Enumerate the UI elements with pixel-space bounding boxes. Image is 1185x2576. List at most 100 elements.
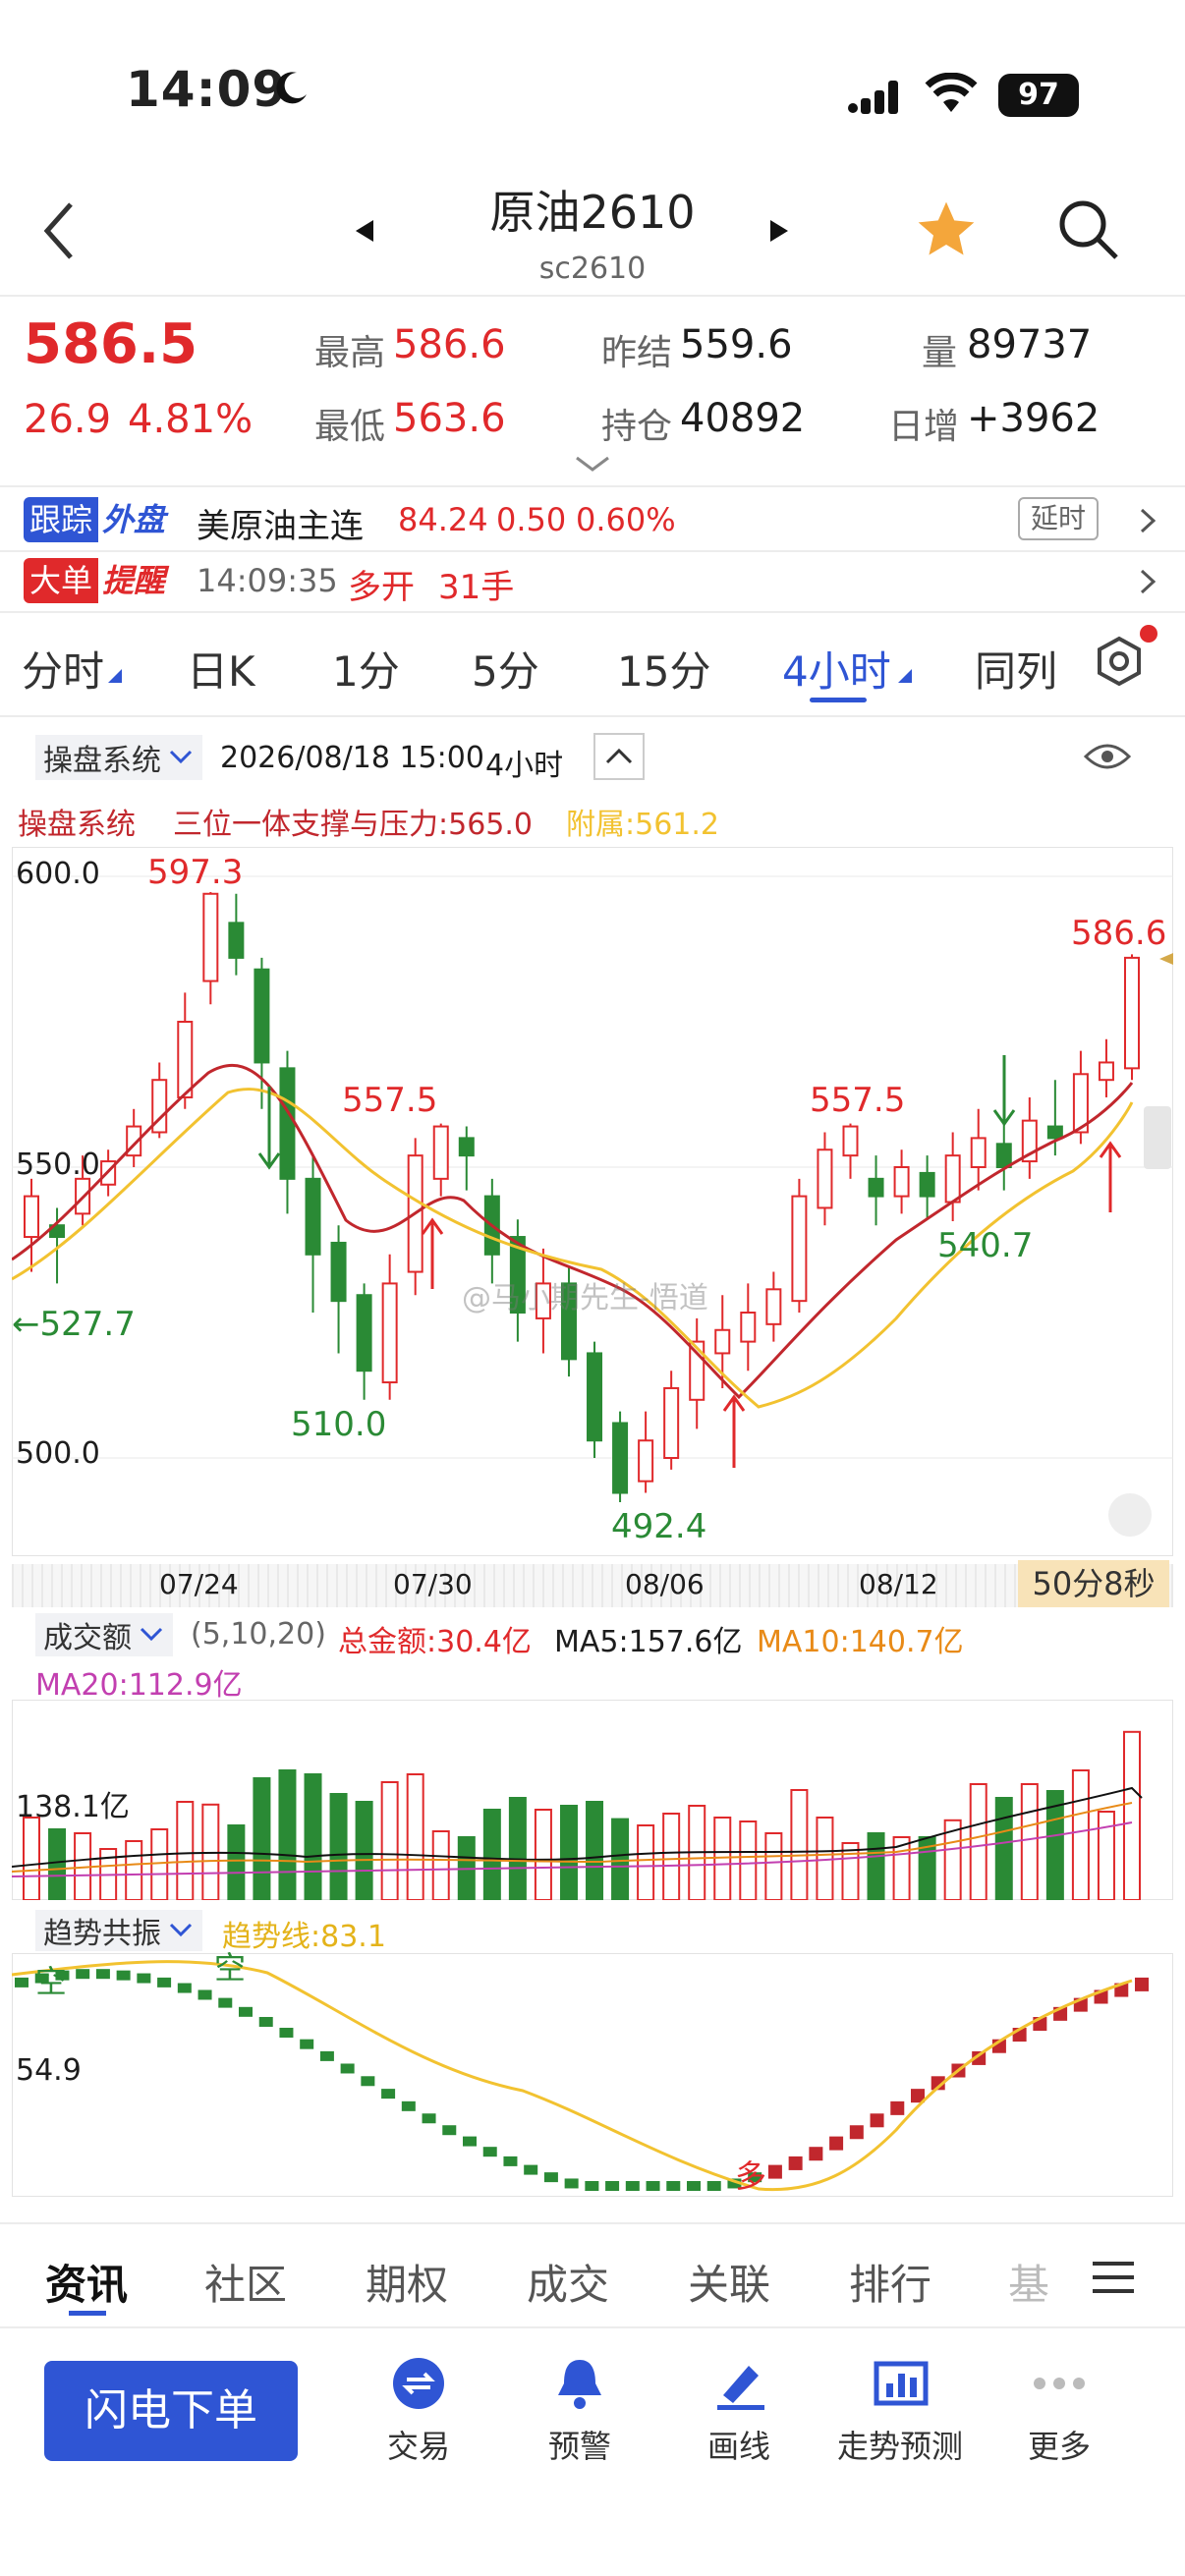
volume-ma20: MA20:112.9亿 bbox=[35, 1668, 243, 1703]
label-peak1: 597.3 bbox=[147, 853, 244, 892]
bigorder-chevron-icon[interactable] bbox=[1138, 567, 1157, 600]
candle bbox=[1046, 1125, 1063, 1140]
volume-label: 量 bbox=[922, 333, 958, 373]
collapse-button[interactable] bbox=[593, 733, 645, 780]
volume-total: 总金额:30.4亿 bbox=[338, 1625, 532, 1659]
bar-countdown: 50分8秒 bbox=[1018, 1560, 1169, 1607]
bottom-trade-label[interactable]: 交易 bbox=[340, 2422, 497, 2467]
tab-compare[interactable]: 同列 bbox=[975, 639, 1057, 699]
high-label: 最高 bbox=[314, 333, 386, 373]
volume-bar bbox=[329, 1793, 348, 1900]
volume-chart[interactable] bbox=[12, 1700, 1173, 1900]
candle bbox=[638, 1439, 654, 1483]
flash-order-button[interactable]: 闪电下单 bbox=[44, 2361, 298, 2461]
candle bbox=[202, 892, 219, 982]
tab-4hour[interactable]: 4小时 bbox=[782, 639, 891, 699]
volume-params: (5,10,20) bbox=[191, 1617, 326, 1652]
bottom-alert-label[interactable]: 预警 bbox=[501, 2422, 658, 2467]
tab-related[interactable]: 关联 bbox=[688, 2252, 770, 2312]
trend-block bbox=[177, 1983, 192, 1993]
tracking-change: 0.50 bbox=[496, 501, 567, 538]
trend-block bbox=[890, 2100, 905, 2115]
tab-15min[interactable]: 15分 bbox=[617, 639, 710, 699]
alert-bell-icon[interactable] bbox=[552, 2354, 607, 2417]
trend-block bbox=[585, 2181, 599, 2191]
price-change: 26.9 bbox=[24, 397, 112, 442]
tab-daily[interactable]: 日K bbox=[187, 639, 255, 699]
bottom-draw-label[interactable]: 画线 bbox=[660, 2422, 818, 2467]
prev-settle-label: 昨结 bbox=[601, 333, 673, 373]
trend-block bbox=[687, 2181, 701, 2191]
volume-bar bbox=[278, 1769, 297, 1900]
bottom-forecast-label[interactable]: 走势预测 bbox=[821, 2422, 979, 2467]
tab-5min[interactable]: 5分 bbox=[472, 639, 539, 699]
date-label: 07/30 bbox=[393, 1568, 473, 1600]
candle bbox=[1124, 956, 1140, 1070]
volume-bar bbox=[739, 1820, 758, 1900]
system-select[interactable]: 操盘系统 bbox=[35, 735, 202, 780]
trend-block bbox=[157, 1977, 172, 1988]
candle bbox=[919, 1171, 935, 1198]
tab-fundamental[interactable]: 基 bbox=[1008, 2252, 1049, 2312]
tab-ranking[interactable]: 排行 bbox=[849, 2252, 931, 2312]
tab-intraday[interactable]: 分时 bbox=[22, 639, 104, 699]
bigorder-time: 14:09:35 bbox=[197, 562, 338, 599]
tab-active-indicator bbox=[810, 698, 867, 702]
volume-value: 89737 bbox=[967, 322, 1093, 367]
eye-icon[interactable] bbox=[1083, 739, 1132, 778]
trend-block bbox=[361, 2076, 375, 2087]
next-contract-button[interactable] bbox=[768, 216, 792, 250]
trend-chart[interactable] bbox=[12, 1953, 1173, 2197]
tab-news[interactable]: 资讯 bbox=[45, 2252, 128, 2312]
trend-select[interactable]: 趋势共振 bbox=[35, 1910, 202, 1951]
trend-block bbox=[767, 2164, 782, 2179]
more-icon[interactable] bbox=[1032, 2376, 1087, 2395]
volume-bar bbox=[559, 1805, 578, 1900]
support-label: 三位一体支撑与压力:565.0 bbox=[173, 808, 533, 842]
tab-news-indicator bbox=[69, 2311, 106, 2316]
tracking-badge: 跟踪 外盘 bbox=[24, 497, 165, 542]
settings-hex-icon[interactable] bbox=[1093, 635, 1146, 692]
tab-1min[interactable]: 1分 bbox=[332, 639, 400, 699]
trend-kong-label: 空 bbox=[214, 1949, 247, 1987]
tracking-pct: 0.60% bbox=[576, 501, 676, 538]
fullscreen-icon[interactable] bbox=[1108, 1493, 1152, 1537]
volume-bar bbox=[534, 1809, 552, 1900]
volume-bar bbox=[253, 1777, 271, 1900]
bottom-more-label[interactable]: 更多 bbox=[981, 2422, 1138, 2467]
candle bbox=[765, 1288, 782, 1325]
battery-indicator: 97 bbox=[998, 74, 1079, 117]
trend-block bbox=[849, 2125, 864, 2140]
menu-icon[interactable] bbox=[1093, 2260, 1134, 2299]
candle bbox=[432, 1125, 449, 1180]
tab-4hour-arrow-icon bbox=[898, 668, 912, 687]
trend-kong-label: 空 bbox=[35, 1963, 68, 2000]
volume-bar bbox=[586, 1801, 604, 1900]
volume-bar bbox=[150, 1828, 169, 1900]
star-icon[interactable] bbox=[912, 196, 981, 267]
candle bbox=[587, 1352, 603, 1442]
trend-block bbox=[625, 2181, 640, 2191]
search-icon[interactable] bbox=[1055, 196, 1122, 267]
tab-trades[interactable]: 成交 bbox=[527, 2252, 609, 2312]
indicator-name: 操盘系统 bbox=[18, 808, 136, 842]
date-label: 08/12 bbox=[859, 1568, 938, 1600]
trend-block bbox=[95, 1969, 110, 1980]
candle bbox=[893, 1166, 910, 1198]
tab-options[interactable]: 期权 bbox=[366, 2252, 448, 2312]
y-label-600: 600.0 bbox=[16, 857, 100, 891]
candlestick-chart[interactable] bbox=[12, 847, 1173, 1556]
expand-chevron-icon[interactable] bbox=[573, 454, 612, 477]
trade-icon[interactable] bbox=[391, 2356, 446, 2415]
volume-select[interactable]: 成交额 bbox=[35, 1613, 173, 1656]
trend-block bbox=[422, 2113, 436, 2124]
draw-line-icon[interactable] bbox=[713, 2356, 768, 2415]
trend-forecast-icon[interactable] bbox=[873, 2356, 931, 2415]
tab-community[interactable]: 社区 bbox=[204, 2252, 287, 2312]
tracking-chevron-icon[interactable] bbox=[1138, 506, 1157, 539]
signal-icon bbox=[847, 77, 906, 120]
candle bbox=[381, 1282, 398, 1384]
side-expand-handle[interactable] bbox=[1144, 1106, 1171, 1169]
candle bbox=[1098, 1061, 1114, 1082]
candle bbox=[663, 1386, 680, 1460]
